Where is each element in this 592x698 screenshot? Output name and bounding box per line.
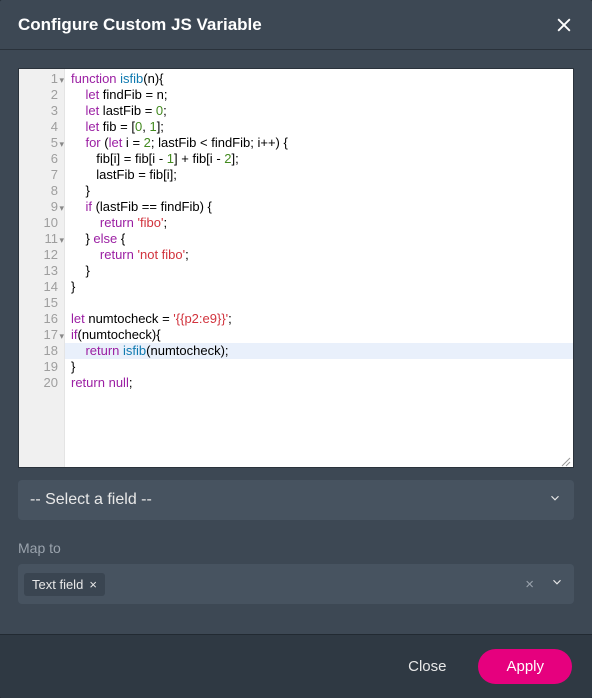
code-line[interactable]: lastFib = fib[i]; xyxy=(71,167,573,183)
modal-body: 1▾2345▾6789▾1011▾121314151617▾181920 fun… xyxy=(0,50,592,634)
fold-icon[interactable]: ▾ xyxy=(59,328,64,344)
close-icon[interactable] xyxy=(554,15,574,35)
modal-title: Configure Custom JS Variable xyxy=(18,15,262,35)
code-line[interactable]: } else { xyxy=(71,231,573,247)
code-line[interactable]: let fib = [0, 1]; xyxy=(71,119,573,135)
code-line[interactable]: } xyxy=(71,359,573,375)
code-line[interactable]: for (let i = 2; lastFib < findFib; i++) … xyxy=(71,135,573,151)
code-line[interactable]: return 'fibo'; xyxy=(71,215,573,231)
configure-js-variable-modal: Configure Custom JS Variable 1▾2345▾6789… xyxy=(0,0,592,698)
code-line[interactable]: function isfib(n){ xyxy=(71,71,573,87)
map-to-input[interactable]: Text field × × xyxy=(18,564,574,604)
code-line[interactable]: fib[i] = fib[i - 1] + fib[i - 2]; xyxy=(71,151,573,167)
code-line[interactable]: } xyxy=(71,183,573,199)
chevron-down-icon[interactable] xyxy=(550,575,564,594)
fold-icon[interactable]: ▾ xyxy=(59,232,64,248)
code-line[interactable]: let findFib = n; xyxy=(71,87,573,103)
code-line[interactable]: if (lastFib == findFib) { xyxy=(71,199,573,215)
apply-button[interactable]: Apply xyxy=(478,649,572,684)
map-to-label: Map to xyxy=(18,540,574,556)
resize-handle-icon[interactable] xyxy=(561,455,571,465)
code-line[interactable]: return 'not fibo'; xyxy=(71,247,573,263)
fold-icon[interactable]: ▾ xyxy=(59,72,64,88)
map-chip-label: Text field xyxy=(32,577,83,592)
code-line[interactable] xyxy=(71,295,573,311)
chevron-down-icon xyxy=(548,491,562,510)
code-line[interactable]: if(numtocheck){ xyxy=(71,327,573,343)
field-select-placeholder: -- Select a field -- xyxy=(30,491,152,509)
code-line[interactable]: } xyxy=(71,279,573,295)
code-line[interactable]: let numtocheck = '{{p2:e9}}'; xyxy=(71,311,573,327)
modal-header: Configure Custom JS Variable xyxy=(0,0,592,50)
code-line[interactable]: return isfib(numtocheck); xyxy=(65,343,573,359)
editor-gutter: 1▾2345▾6789▾1011▾121314151617▾181920 xyxy=(19,69,65,467)
modal-footer: Close Apply xyxy=(0,634,592,698)
fold-icon[interactable]: ▾ xyxy=(59,200,64,216)
map-chip: Text field × xyxy=(24,573,105,596)
editor-code[interactable]: function isfib(n){ let findFib = n; let … xyxy=(65,69,573,467)
fold-icon[interactable]: ▾ xyxy=(59,136,64,152)
clear-icon[interactable]: × xyxy=(525,576,534,593)
field-select[interactable]: -- Select a field -- xyxy=(18,480,574,520)
code-editor[interactable]: 1▾2345▾6789▾1011▾121314151617▾181920 fun… xyxy=(18,68,574,468)
chip-remove-icon[interactable]: × xyxy=(89,577,97,592)
code-line[interactable]: } xyxy=(71,263,573,279)
code-line[interactable]: return null; xyxy=(71,375,573,391)
close-button[interactable]: Close xyxy=(394,650,460,683)
code-line[interactable]: let lastFib = 0; xyxy=(71,103,573,119)
